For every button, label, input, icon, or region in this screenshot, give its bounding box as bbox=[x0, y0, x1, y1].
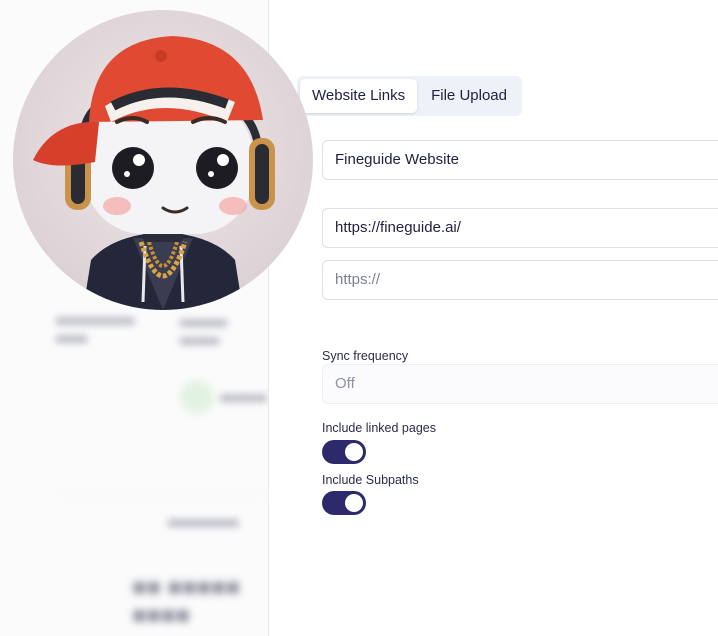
include-subpaths-label: Include Subpaths bbox=[322, 473, 419, 487]
toggle-knob bbox=[345, 494, 363, 512]
tab-website-links[interactable]: Website Links bbox=[300, 79, 418, 113]
sync-frequency-label: Sync frequency bbox=[322, 349, 409, 363]
mascot-avatar bbox=[13, 10, 313, 310]
tab-file-upload[interactable]: File Upload bbox=[419, 79, 519, 113]
add-source-panel: Website Links File Upload Fineguide Webs… bbox=[268, 0, 718, 636]
bg-empty-state: ■■ ■■■■■ ■■■■ bbox=[132, 574, 241, 629]
bg-row-title: ■■■■■■■■■■ ■■■■ bbox=[56, 313, 135, 346]
url-input[interactable]: https://fineguide.ai/ bbox=[322, 208, 718, 248]
sync-frequency-select[interactable]: Off bbox=[322, 364, 718, 404]
status-check-icon bbox=[180, 380, 214, 414]
toggle-knob bbox=[345, 443, 363, 461]
source-name-input[interactable]: Fineguide Website bbox=[322, 140, 718, 180]
include-linked-pages-label: Include linked pages bbox=[322, 421, 436, 435]
include-subpaths-toggle[interactable] bbox=[322, 491, 366, 515]
stage: ■■■■■■■■■■ ■■■■ ■■■■■■ ■■■■■ ■■■■■■ ■■■■■■… bbox=[0, 0, 718, 636]
source-tabs: Website Links File Upload bbox=[297, 76, 522, 116]
mascot-illustration bbox=[33, 36, 275, 310]
bg-row-status: ■■■■■■ bbox=[220, 390, 268, 405]
additional-url-input[interactable]: https:// bbox=[322, 260, 718, 300]
bg-column-header: ■■■■■■■■■ bbox=[168, 515, 239, 530]
include-linked-pages-toggle[interactable] bbox=[322, 440, 366, 464]
bg-row-meta: ■■■■■■ ■■■■■ bbox=[180, 315, 228, 348]
bg-divider bbox=[55, 494, 270, 495]
